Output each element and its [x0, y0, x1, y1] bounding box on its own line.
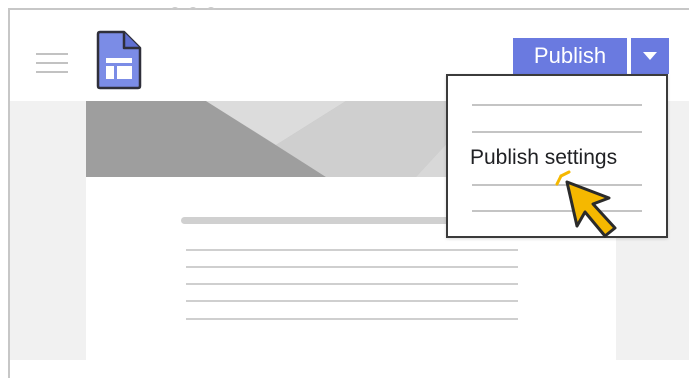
text-line — [186, 266, 518, 268]
sites-document-icon — [94, 28, 146, 92]
caret-down-icon — [643, 52, 657, 60]
menu-item-placeholder[interactable] — [472, 104, 642, 106]
menu-item-publish-settings[interactable]: Publish settings — [470, 146, 617, 170]
mouse-pointer-icon — [555, 170, 617, 238]
text-line — [186, 249, 518, 251]
text-line — [186, 300, 518, 302]
hamburger-menu-icon[interactable] — [36, 53, 68, 77]
publish-button[interactable]: Publish — [513, 38, 627, 74]
text-line — [186, 283, 518, 285]
publish-button-label: Publish — [533, 43, 607, 68]
menu-item-placeholder[interactable] — [472, 131, 642, 133]
text-line — [186, 318, 518, 320]
publish-options-button[interactable] — [631, 38, 669, 74]
